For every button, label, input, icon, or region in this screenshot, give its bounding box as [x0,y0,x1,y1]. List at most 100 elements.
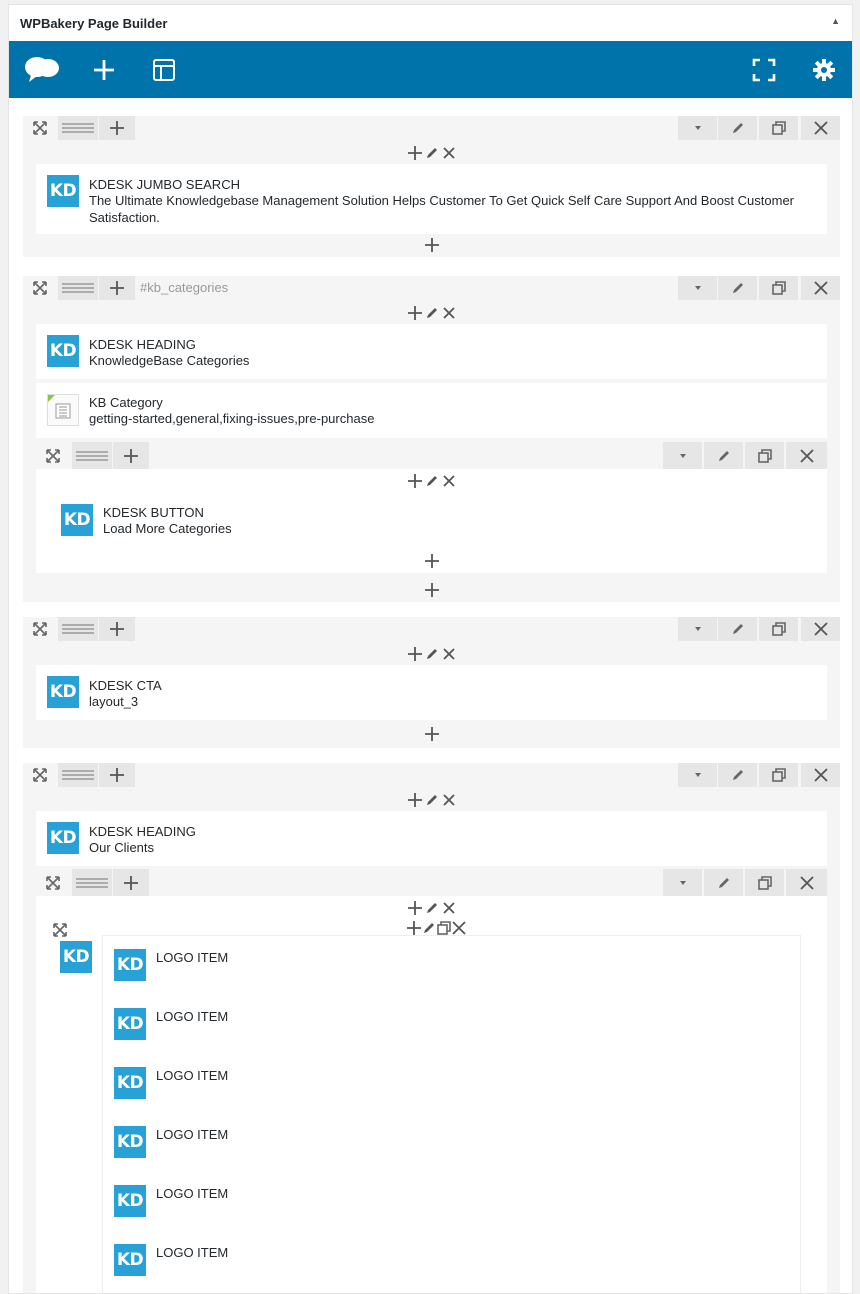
row: #kb_categories KD KDESK HEADING Knowledg… [23,276,840,602]
element-kdesk-jumbo-search[interactable]: KD KDESK JUMBO SEARCH The Ultimate Knowl… [36,164,827,234]
row-controls [23,763,840,787]
add-element-icon[interactable] [407,146,422,160]
row-controls [23,116,840,140]
add-column-icon[interactable] [99,763,135,787]
move-inner-row-icon[interactable] [36,442,70,469]
row-dropdown-icon[interactable] [678,617,717,641]
row-dropdown-icon[interactable] [678,116,717,140]
delete-column-icon[interactable] [442,474,456,488]
delete-inner-row-icon[interactable] [786,869,827,896]
element-kb-category[interactable]: KB Category getting-started,general,fixi… [36,383,827,438]
delete-column-icon[interactable] [442,793,456,807]
delete-row-icon[interactable] [801,617,840,641]
move-row-icon[interactable] [23,763,57,787]
clone-row-icon[interactable] [759,116,798,140]
clone-inner-row-icon[interactable] [745,442,784,469]
clone-row-icon[interactable] [759,276,798,300]
element-subtitle: layout_3 [89,694,139,709]
add-element-bottom-icon[interactable] [36,579,827,601]
logo-item[interactable]: KD LOGO ITEM [103,1231,800,1290]
edit-inner-row-icon[interactable] [704,869,743,896]
logo-item[interactable]: KD LOGO ITEM [103,1054,800,1113]
drag-handle-icon[interactable] [72,869,112,896]
logo-item-title: LOGO ITEM [156,1068,229,1083]
add-element-icon[interactable] [407,474,422,488]
edit-column-icon[interactable] [425,647,439,661]
inner-row-controls [36,442,827,469]
add-element-icon[interactable] [92,58,116,82]
delete-column-icon[interactable] [442,146,456,160]
edit-column-icon[interactable] [425,901,439,915]
element-kdesk-heading[interactable]: KD KDESK HEADING KnowledgeBase Categorie… [36,324,827,379]
inner-row-dropdown-icon[interactable] [663,869,702,896]
edit-row-icon[interactable] [718,617,757,641]
add-element-icon[interactable] [407,793,422,807]
add-element-icon[interactable] [407,306,422,320]
element-kdesk-button[interactable]: KD KDESK BUTTON Load More Categories [36,498,827,548]
clone-container-icon[interactable] [437,921,451,935]
delete-inner-row-icon[interactable] [786,442,827,469]
column: KD KDESK JUMBO SEARCH The Ultimate Knowl… [36,140,827,257]
delete-column-icon[interactable] [442,901,456,915]
add-element-bottom-icon[interactable] [36,234,827,256]
edit-container-icon[interactable] [422,921,436,935]
element-kdesk-heading[interactable]: KD KDESK HEADING Our Clients [36,811,827,866]
add-element-bottom-icon[interactable] [36,723,827,745]
edit-row-icon[interactable] [718,116,757,140]
templates-icon[interactable] [152,58,176,82]
add-element-bottom-icon[interactable] [36,550,827,572]
row-dropdown-icon[interactable] [678,763,717,787]
drag-handle-icon[interactable] [58,276,98,300]
edit-column-icon[interactable] [425,793,439,807]
delete-container-icon[interactable] [452,921,466,935]
logo-item[interactable]: KD LOGO ITEM [103,1113,800,1172]
add-element-icon[interactable] [407,647,422,661]
clone-inner-row-icon[interactable] [745,869,784,896]
drag-handle-icon[interactable] [58,617,98,641]
fullscreen-icon[interactable] [752,58,776,82]
drag-handle-icon[interactable] [58,116,98,140]
clone-row-icon[interactable] [759,763,798,787]
clone-row-icon[interactable] [759,617,798,641]
delete-row-icon[interactable] [801,116,840,140]
panel-header[interactable]: WPBakery Page Builder ▲ [9,5,852,42]
logo-item[interactable]: KD LOGO ITEM [103,936,800,995]
inner-row-dropdown-icon[interactable] [663,442,702,469]
add-column-icon[interactable] [99,116,135,140]
delete-row-icon[interactable] [801,763,840,787]
add-column-icon[interactable] [113,442,149,469]
add-column-icon[interactable] [99,617,135,641]
edit-row-icon[interactable] [718,276,757,300]
element-kdesk-cta[interactable]: KD KDESK CTA layout_3 [36,665,827,720]
panel-title: WPBakery Page Builder [20,16,168,31]
edit-inner-row-icon[interactable] [704,442,743,469]
move-row-icon[interactable] [23,617,57,641]
row-dropdown-icon[interactable] [678,276,717,300]
move-inner-row-icon[interactable] [36,869,70,896]
add-column-icon[interactable] [113,869,149,896]
logo-item[interactable]: KD LOGO ITEM [103,1172,800,1231]
drag-handle-icon[interactable] [58,763,98,787]
column: KD KDESK HEADING KnowledgeBase Categorie… [36,300,827,602]
delete-column-icon[interactable] [442,306,456,320]
add-element-icon[interactable] [407,921,421,935]
move-row-icon[interactable] [23,276,57,300]
delete-column-icon[interactable] [442,647,456,661]
wpbakery-logo-icon[interactable] [23,55,61,83]
inner-column-controls [36,470,827,492]
drag-handle-icon[interactable] [72,442,112,469]
edit-row-icon[interactable] [718,763,757,787]
triangle-up-icon[interactable]: ▲ [831,16,840,26]
move-row-icon[interactable] [23,116,57,140]
move-container-icon[interactable] [53,923,67,937]
edit-column-icon[interactable] [425,474,439,488]
edit-column-icon[interactable] [425,146,439,160]
settings-gear-icon[interactable] [812,58,836,82]
add-column-icon[interactable] [99,276,135,300]
row-controls [23,617,840,641]
add-element-icon[interactable] [407,901,422,915]
edit-column-icon[interactable] [425,306,439,320]
inner-row: KD KD LOGO ITEM KD LOGO ITEM KD LOGO ITE [36,869,827,1293]
logo-item[interactable]: KD LOGO ITEM [103,995,800,1054]
delete-row-icon[interactable] [801,276,840,300]
